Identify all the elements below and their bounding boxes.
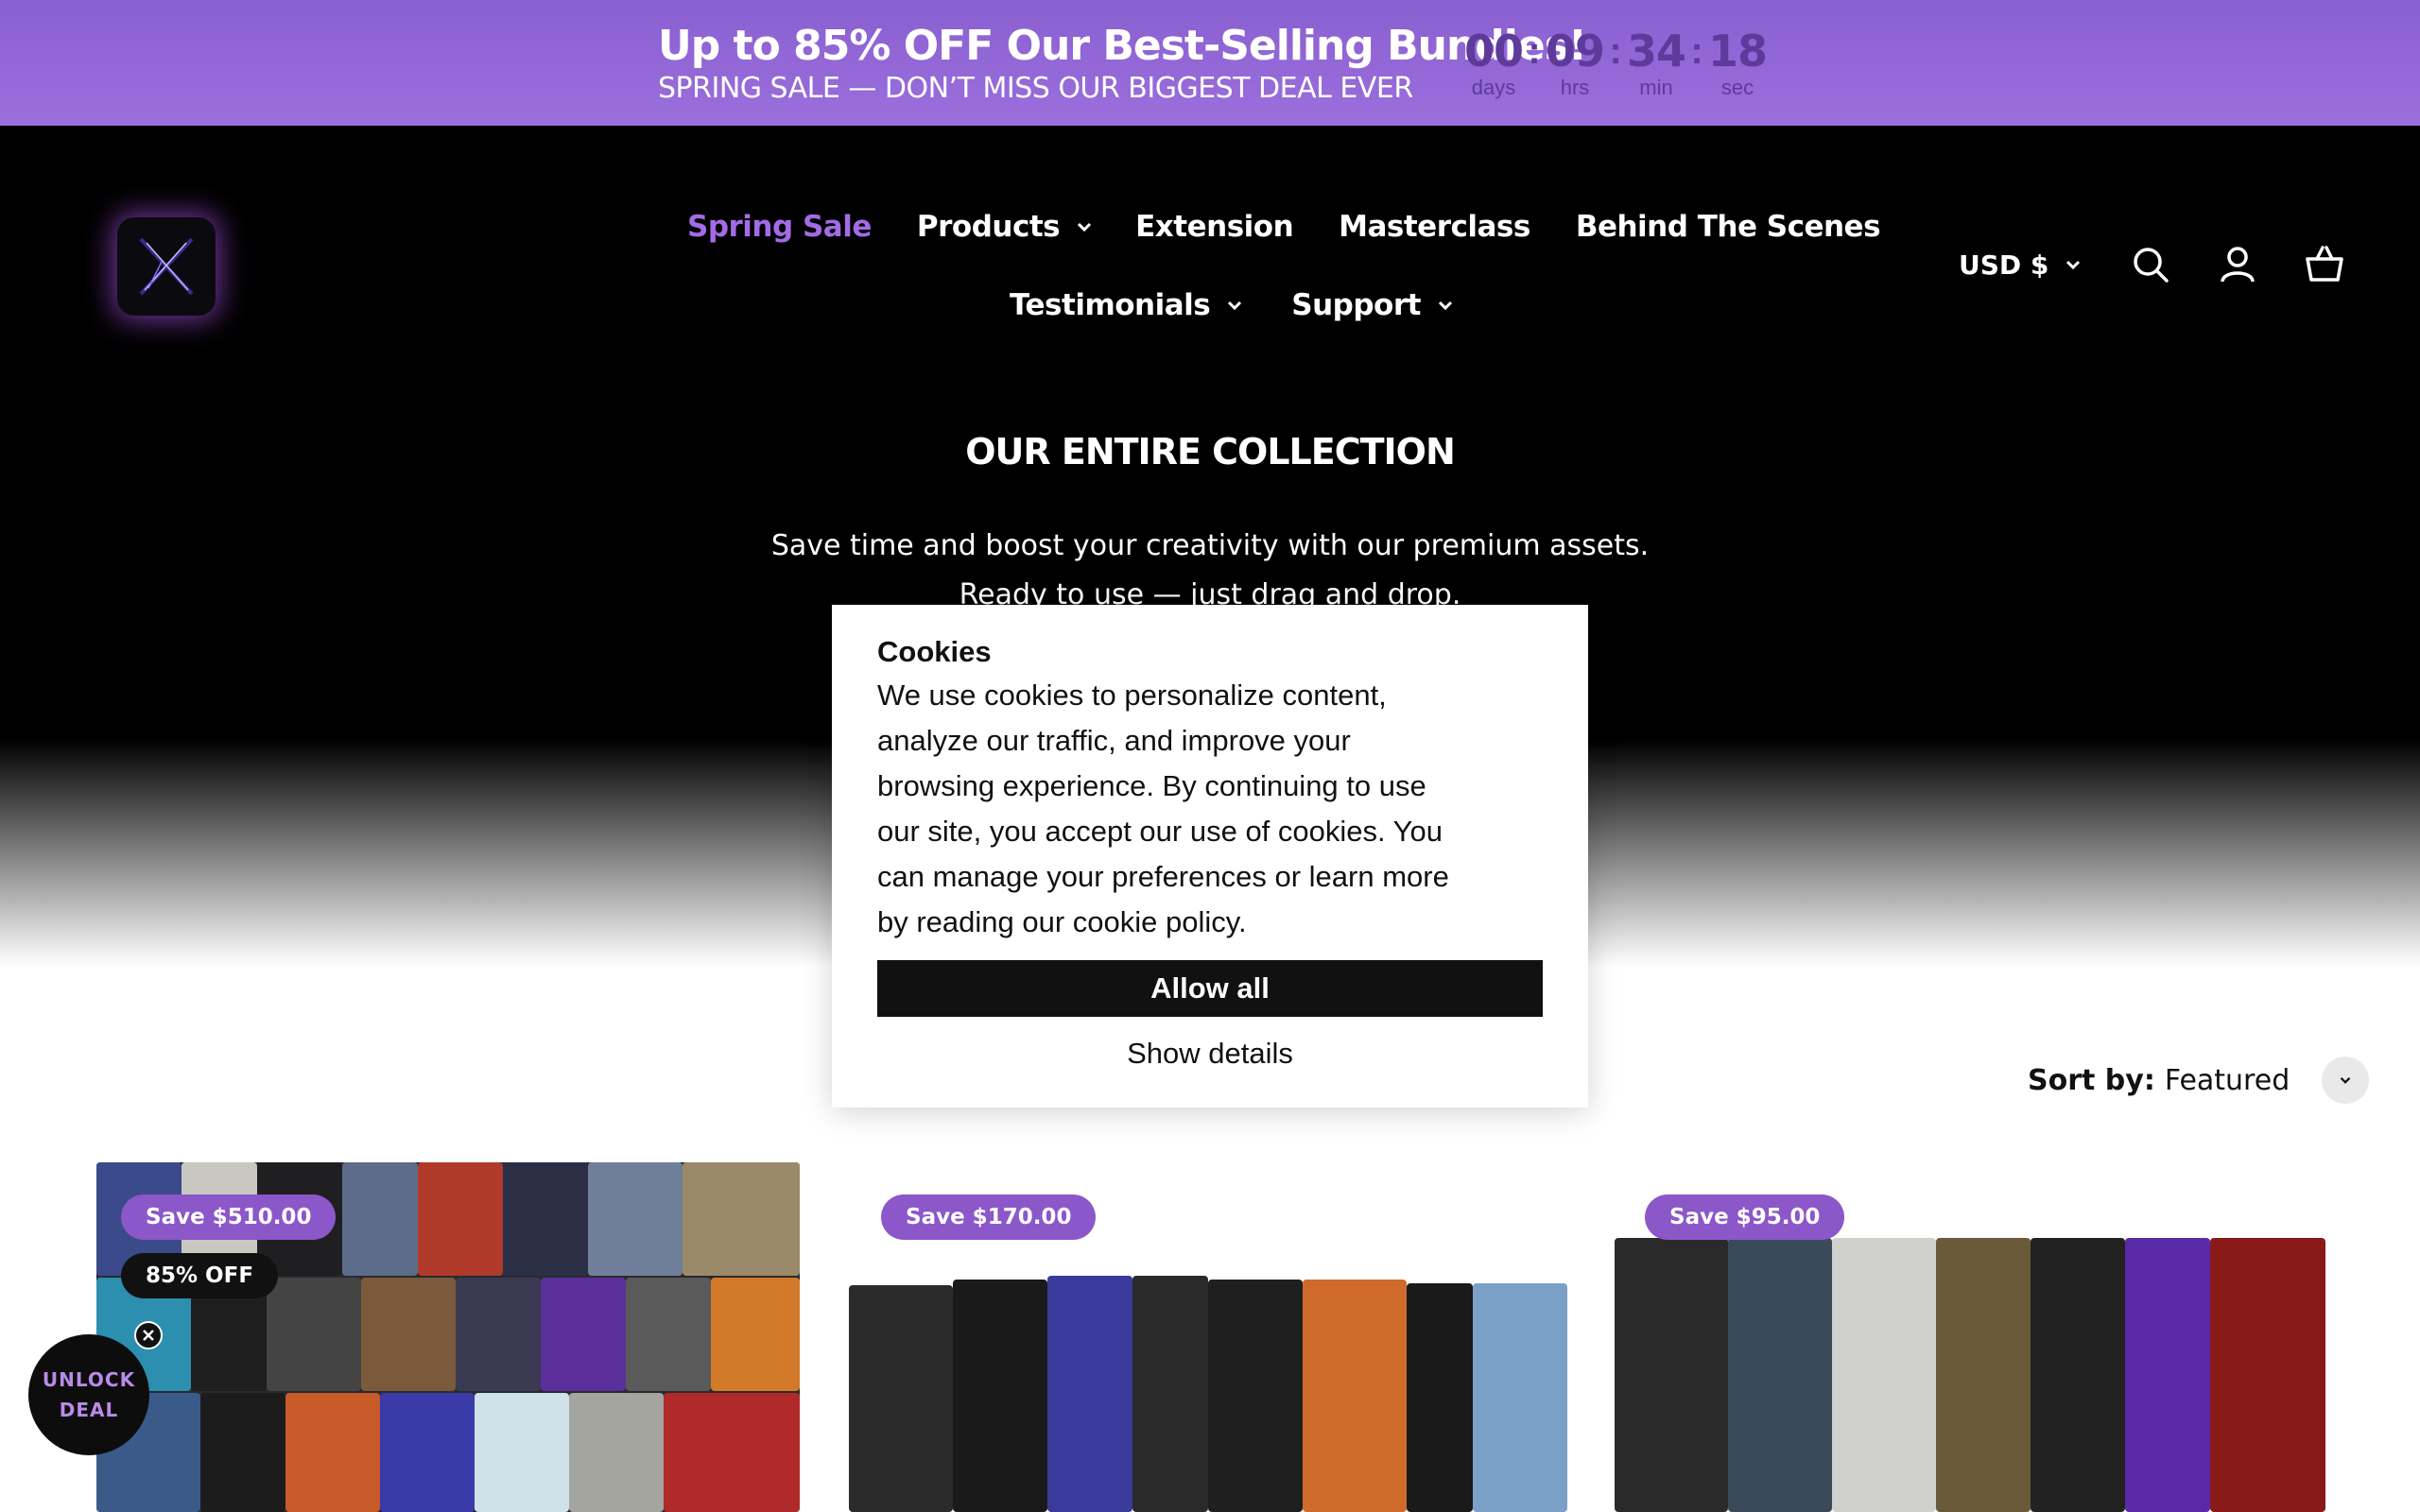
announcement-text: Up to 85% OFF Our Best-Selling Bundles! … <box>658 21 1587 106</box>
unlock-deal-line-2: DEAL <box>59 1399 119 1421</box>
nav-testimonials-label: Testimonials <box>1010 288 1211 322</box>
nav-products-label: Products <box>916 210 1061 244</box>
nav-support-label: Support <box>1291 288 1421 322</box>
sort-value: Featured <box>2164 1063 2290 1097</box>
countdown-hours-value: 09 <box>1545 26 1605 77</box>
countdown-separator: : <box>1609 30 1622 72</box>
nav-support[interactable]: Support <box>1291 288 1457 322</box>
nav-behind-the-scenes-label: Behind The Scenes <box>1575 210 1881 244</box>
countdown-minutes-label: min <box>1639 76 1673 99</box>
countdown-seconds-label: sec <box>1720 76 1754 99</box>
countdown-days: 00 days <box>1461 26 1527 100</box>
save-badge: Save $510.00 <box>121 1194 337 1240</box>
cookie-banner: Cookies We use cookies to personalize co… <box>832 605 1588 1108</box>
logo-x-icon <box>139 237 194 296</box>
nav-extension-label: Extension <box>1135 210 1294 244</box>
chevron-down-icon <box>1438 301 1452 311</box>
search-icon[interactable] <box>2130 244 2171 285</box>
nav-testimonials[interactable]: Testimonials <box>1010 288 1246 322</box>
unlock-deal-close-button[interactable] <box>134 1321 163 1349</box>
close-icon <box>143 1330 154 1341</box>
countdown-seconds: 18 sec <box>1704 26 1771 100</box>
announcement-title: Up to 85% OFF Our Best-Selling Bundles! <box>658 22 1587 70</box>
unlock-deal-button[interactable]: UNLOCK DEAL <box>28 1334 149 1455</box>
announcement-bar: Up to 85% OFF Our Best-Selling Bundles! … <box>0 0 2420 126</box>
show-details-button[interactable]: Show details <box>877 1030 1543 1077</box>
product-card-2[interactable]: Save $170.00 <box>849 1162 1569 1512</box>
nav-behind-the-scenes[interactable]: Behind The Scenes <box>1575 210 1881 244</box>
countdown-days-value: 00 <box>1463 26 1524 77</box>
collection-title: OUR ENTIRE COLLECTION <box>965 431 1456 472</box>
sort-label: Sort by: <box>2028 1063 2155 1097</box>
main-nav-row-1: Spring Sale Products Extension Mastercla… <box>687 210 1881 244</box>
allow-all-button[interactable]: Allow all <box>877 960 1543 1017</box>
chevron-down-icon <box>1228 301 1242 311</box>
discount-badge: 85% OFF <box>121 1253 279 1298</box>
product-card-1[interactable]: Save $510.00 85% OFF <box>96 1162 800 1512</box>
countdown-separator: : <box>1690 30 1703 72</box>
unlock-deal-line-1: UNLOCK <box>42 1368 136 1391</box>
countdown-timer: 00 days : 09 hrs : 34 min : 18 sec <box>1461 26 1771 100</box>
nav-spring-sale-label: Spring Sale <box>687 210 872 244</box>
nav-extension[interactable]: Extension <box>1135 210 1294 244</box>
sort-dropdown-button[interactable] <box>2322 1057 2370 1104</box>
main-nav-row-2: Testimonials Support <box>1010 288 1457 322</box>
nav-spring-sale[interactable]: Spring Sale <box>687 210 872 244</box>
product-card-3[interactable]: Save $95.00 <box>1615 1162 2325 1512</box>
collection-desc-line-1: Save time and boost your creativity with… <box>770 529 1650 562</box>
cart-icon[interactable] <box>2304 244 2345 285</box>
cookie-title: Cookies <box>877 635 992 668</box>
sort-control[interactable]: Sort by: Featured <box>2028 1057 2370 1104</box>
countdown-days-label: days <box>1471 76 1516 99</box>
countdown-hours: 09 hrs <box>1542 26 1608 100</box>
nav-products[interactable]: Products <box>917 210 1096 244</box>
chevron-down-icon <box>2340 1076 2351 1084</box>
countdown-seconds-value: 18 <box>1707 26 1768 77</box>
countdown-minutes: 34 min <box>1623 26 1689 100</box>
chevron-down-icon <box>1078 222 1092 232</box>
save-badge: Save $170.00 <box>881 1194 1097 1240</box>
chevron-down-icon <box>2066 260 2081 270</box>
save-badge: Save $95.00 <box>1645 1194 1845 1240</box>
announcement-subtitle: SPRING SALE — DON’T MISS OUR BIGGEST DEA… <box>658 72 1413 105</box>
account-icon[interactable] <box>2217 244 2258 285</box>
nav-masterclass[interactable]: Masterclass <box>1339 210 1530 244</box>
cookie-body: We use cookies to personalize content, a… <box>877 679 1449 938</box>
currency-selector[interactable]: USD $ <box>1959 249 2084 281</box>
nav-masterclass-label: Masterclass <box>1339 210 1530 244</box>
countdown-hours-label: hrs <box>1560 76 1590 99</box>
currency-label: USD $ <box>1959 249 2049 281</box>
site-logo[interactable] <box>117 217 216 316</box>
countdown-separator: : <box>1528 30 1541 72</box>
countdown-minutes-value: 34 <box>1626 26 1686 77</box>
header-actions: USD $ <box>1959 244 2345 285</box>
